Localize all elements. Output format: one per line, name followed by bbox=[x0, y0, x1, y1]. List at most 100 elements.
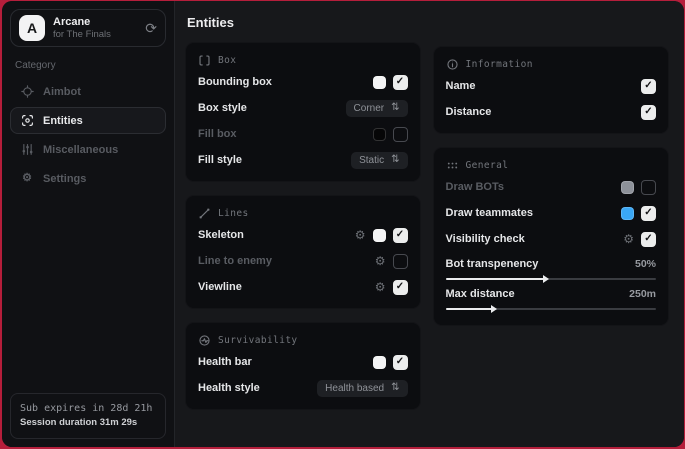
setting-label: Viewline bbox=[198, 281, 242, 293]
sidebar-item-miscellaneous[interactable]: Miscellaneous bbox=[10, 136, 166, 163]
slider-value: 250m bbox=[629, 288, 656, 300]
brand-logo-letter: A bbox=[27, 20, 37, 36]
setting-label: Bot transpenency bbox=[446, 258, 539, 270]
setting-row-bounding-box: Bounding box✓ bbox=[198, 71, 408, 93]
cards-column-0: Box Bounding box✓ Box style Corner ⇅ Fill box… bbox=[185, 42, 421, 410]
setting-label: Name bbox=[446, 80, 476, 92]
color-swatch-health-bar[interactable] bbox=[373, 356, 386, 369]
page-title: Entities bbox=[187, 15, 669, 30]
section-card-box: Box Bounding box✓ Box style Corner ⇅ Fill box… bbox=[185, 42, 421, 182]
gear-icon[interactable]: ⚙ bbox=[375, 255, 386, 267]
setting-row-fill-box: Fill box bbox=[198, 123, 408, 145]
section-card-lines: LinesSkeleton⚙✓Line to enemy⚙Viewline⚙✓ bbox=[185, 195, 421, 309]
dropdown-health-style[interactable]: Health based⇅ bbox=[317, 380, 407, 397]
sidebar-item-label: Entities bbox=[43, 115, 83, 127]
section-header: Box bbox=[198, 54, 408, 67]
brand-card: A Arcane for The Finals ⟳ bbox=[10, 9, 166, 47]
setting-label: Visibility check bbox=[446, 233, 525, 245]
slider-fill bbox=[446, 278, 545, 280]
color-swatch-skeleton[interactable] bbox=[373, 229, 386, 242]
brand-logo: A bbox=[19, 15, 45, 41]
check-icon: ✓ bbox=[396, 282, 404, 292]
setting-label: Health bar bbox=[198, 356, 252, 368]
setting-label: Distance bbox=[446, 106, 492, 118]
session-duration-text: Session duration 31m 29s bbox=[20, 416, 156, 431]
refresh-icon[interactable]: ⟳ bbox=[145, 21, 157, 35]
crosshair-icon bbox=[20, 85, 34, 98]
sidebar-nav: Aimbot Entities Miscellaneous⚙Settings bbox=[10, 78, 166, 192]
slider-row-max-distance: Max distance 250m bbox=[446, 286, 657, 310]
sidebar: A Arcane for The Finals ⟳ Category Aimbo… bbox=[2, 1, 175, 447]
subscription-box: Sub expires in 28d 21h Session duration … bbox=[10, 393, 166, 439]
setting-row-name: Name ✓ bbox=[446, 75, 657, 97]
setting-row-draw-teammates: Draw teammates ✓ bbox=[446, 202, 657, 224]
setting-label: Draw teammates bbox=[446, 207, 533, 219]
slider-track-bot-transpenency[interactable] bbox=[446, 278, 657, 280]
checkbox-skeleton[interactable]: ✓ bbox=[393, 228, 408, 243]
updown-icon: ⇅ bbox=[391, 103, 399, 113]
check-icon: ✓ bbox=[644, 107, 652, 117]
gear-icon[interactable]: ⚙ bbox=[623, 233, 634, 245]
dropdown-value: Health based bbox=[325, 383, 384, 394]
setting-label: Draw BOTs bbox=[446, 181, 504, 193]
checkbox-viewline[interactable]: ✓ bbox=[393, 280, 408, 295]
checkbox-bounding-box[interactable]: ✓ bbox=[393, 75, 408, 90]
checkbox-fill-box[interactable] bbox=[393, 127, 408, 142]
box-icon bbox=[198, 54, 211, 67]
color-swatch-draw-bots[interactable] bbox=[621, 181, 634, 194]
setting-label: Max distance bbox=[446, 288, 515, 300]
general-icon bbox=[446, 159, 459, 172]
slider-thumb[interactable] bbox=[491, 305, 497, 313]
gear-icon[interactable]: ⚙ bbox=[355, 229, 366, 241]
info-icon bbox=[446, 58, 459, 71]
cards-area: Box Bounding box✓ Box style Corner ⇅ Fill box… bbox=[185, 42, 669, 410]
check-icon: ✓ bbox=[644, 234, 652, 244]
dropdown-fill-style[interactable]: Static⇅ bbox=[351, 152, 407, 169]
checkbox-health-bar[interactable]: ✓ bbox=[393, 355, 408, 370]
setting-row-viewline: Viewline ⚙ ✓ bbox=[198, 276, 408, 298]
sliders-icon bbox=[20, 143, 34, 156]
updown-icon: ⇅ bbox=[391, 155, 399, 165]
dropdown-value: Corner bbox=[354, 103, 385, 114]
check-icon: ✓ bbox=[396, 357, 404, 367]
check-icon: ✓ bbox=[644, 81, 652, 91]
color-swatch-bounding-box[interactable] bbox=[373, 76, 386, 89]
setting-row-draw-bots: Draw BOTs bbox=[446, 176, 657, 198]
sidebar-item-aimbot[interactable]: Aimbot bbox=[10, 78, 166, 105]
setting-row-skeleton: Skeleton⚙✓ bbox=[198, 224, 408, 246]
checkbox-draw-bots[interactable] bbox=[641, 180, 656, 195]
checkbox-name[interactable]: ✓ bbox=[641, 79, 656, 94]
lines-icon bbox=[198, 207, 211, 220]
gear-icon[interactable]: ⚙ bbox=[375, 281, 386, 293]
section-title: Lines bbox=[218, 208, 249, 219]
setting-label: Health style bbox=[198, 382, 260, 394]
checkbox-draw-teammates[interactable]: ✓ bbox=[641, 206, 656, 221]
color-swatch-draw-teammates[interactable] bbox=[621, 207, 634, 220]
section-header: Lines bbox=[198, 207, 408, 220]
section-header: Survivability bbox=[198, 334, 408, 347]
section-title: Survivability bbox=[218, 335, 298, 346]
setting-label: Fill style bbox=[198, 154, 242, 166]
category-label: Category bbox=[15, 60, 166, 71]
section-card-information: Information Name ✓ Distance ✓ bbox=[433, 46, 670, 134]
check-icon: ✓ bbox=[644, 208, 652, 218]
brand-text: Arcane for The Finals bbox=[53, 16, 137, 41]
section-header: General bbox=[446, 159, 657, 172]
setting-label: Box style bbox=[198, 102, 247, 114]
setting-label: Fill box bbox=[198, 128, 237, 140]
checkbox-distance[interactable]: ✓ bbox=[641, 105, 656, 120]
dropdown-box-style[interactable]: Corner ⇅ bbox=[346, 100, 408, 117]
setting-row-visibility-check: Visibility check ⚙ ✓ bbox=[446, 228, 657, 250]
sidebar-item-settings[interactable]: ⚙Settings bbox=[10, 165, 166, 192]
section-title: Information bbox=[466, 59, 533, 70]
setting-row-fill-style: Fill style Static⇅ bbox=[198, 149, 408, 171]
section-title: General bbox=[466, 160, 509, 171]
section-header: Information bbox=[446, 58, 657, 71]
color-swatch-fill-box[interactable] bbox=[373, 128, 386, 141]
slider-thumb[interactable] bbox=[543, 275, 549, 283]
sub-expiry-text: Sub expires in 28d 21h bbox=[20, 401, 156, 417]
checkbox-visibility-check[interactable]: ✓ bbox=[641, 232, 656, 247]
slider-track-max-distance[interactable] bbox=[446, 308, 657, 310]
checkbox-line-to-enemy[interactable] bbox=[393, 254, 408, 269]
sidebar-item-entities[interactable]: Entities bbox=[10, 107, 166, 134]
